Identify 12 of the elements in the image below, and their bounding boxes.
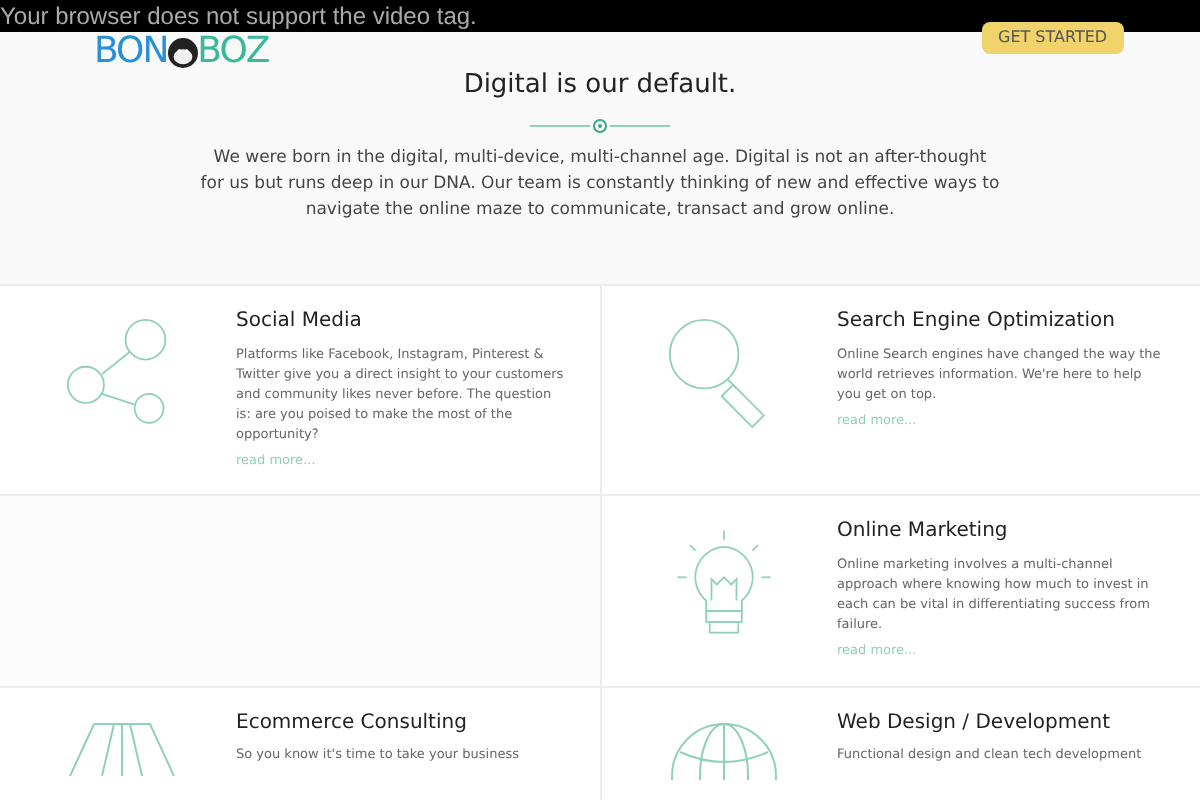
intro-paragraph: We were born in the digital, multi-device, multi-channel age. Digital is not an after-thought for us but runs deep in our DNA. Our team is constantly thinking of new and effective ways to navigate the online maze to communicate, transact and grow online.	[200, 145, 1000, 223]
shop-awning-icon	[66, 719, 178, 779]
get-started-button[interactable]: GET STARTED	[982, 22, 1124, 54]
service-title: Ecommerce Consulting	[236, 711, 469, 736]
service-title: Search Engine Optimization	[837, 310, 1117, 335]
service-title: Social Media	[236, 310, 364, 335]
video-fallback-text: Your browser does not support the video tag.	[0, 0, 477, 32]
divider-ornament-icon	[530, 117, 670, 133]
service-title: Online Marketing	[837, 520, 1010, 546]
globe-icon	[667, 719, 779, 779]
intro-title: Digital is our default.	[463, 68, 737, 104]
service-title: Web Design / Development	[837, 711, 1113, 736]
